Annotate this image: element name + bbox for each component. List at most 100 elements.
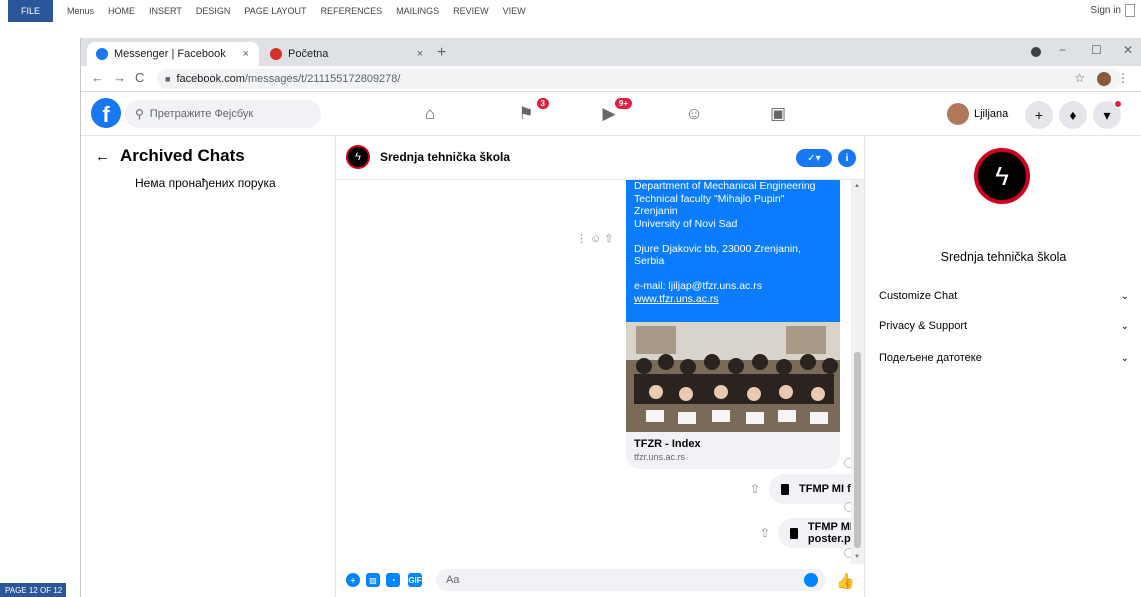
- facebook-logo-icon[interactable]: f: [91, 98, 121, 128]
- composer-image-icon[interactable]: ▨: [366, 573, 380, 587]
- url-path: /messages/t/211155172809278/: [244, 73, 401, 85]
- word-menu-menus[interactable]: Menus: [67, 6, 94, 16]
- word-account-icon: [1125, 4, 1135, 17]
- tab-pocetna[interactable]: Početna ×: [261, 42, 433, 66]
- nav-gaming-icon[interactable]: ▣: [765, 102, 791, 126]
- word-menu-review[interactable]: REVIEW: [453, 6, 489, 16]
- create-plus-button[interactable]: +: [1025, 101, 1053, 129]
- flag-badge: 3: [536, 98, 549, 109]
- maximize-button[interactable]: ☐: [1091, 43, 1102, 57]
- message-input[interactable]: Aa: [436, 569, 826, 591]
- url-input[interactable]: ■ facebook.com/messages/t/21115517280927…: [157, 69, 1122, 89]
- composer-gif-icon[interactable]: GIF: [408, 573, 422, 587]
- composer-sticker-icon[interactable]: ◔: [386, 573, 400, 587]
- message-bubble-signature[interactable]: Department of Mechanical Engineering Tec…: [626, 180, 840, 322]
- user-avatar: [947, 103, 969, 125]
- word-menu-page-layout[interactable]: PAGE LAYOUT: [244, 6, 306, 16]
- chevron-down-icon: ⌄: [1120, 352, 1129, 364]
- search-icon: ⚲: [135, 107, 144, 121]
- facebook-top-nav: f ⚲ Претражите Фејсбук ⌂ ⚑ 3 ▶ 9+ ☺ ▣ Ljil…: [81, 92, 1141, 136]
- chat-status-dropdown[interactable]: ✓▾: [796, 149, 832, 167]
- like-thumb-icon[interactable]: 👍: [836, 572, 855, 590]
- word-status-page[interactable]: PAGE 12 OF 12: [0, 583, 66, 597]
- browser-menu-icon[interactable]: ⋮: [1117, 71, 1129, 85]
- signature-line: Zrenjanin: [634, 205, 678, 217]
- emoji-icon[interactable]: [804, 573, 818, 587]
- archived-chats-title: Archived Chats: [120, 146, 245, 165]
- word-ribbon: FILE Menus HOME INSERT DESIGN PAGE LAYOU…: [0, 0, 1141, 22]
- signature-line: Djure Djakovic bb, 23000 Zrenjanin,: [634, 242, 801, 255]
- bookmark-star-icon[interactable]: ☆: [1074, 71, 1085, 85]
- composer-plus-icon[interactable]: +: [346, 573, 360, 587]
- share-icon[interactable]: ⇧: [750, 482, 760, 496]
- user-name: Ljiljana: [974, 108, 1009, 120]
- nav-pages-flag-icon[interactable]: ⚑ 3: [513, 98, 549, 126]
- share-icon[interactable]: ⇧: [760, 526, 770, 540]
- message-scrollbar[interactable]: ▲ ▼: [851, 180, 864, 564]
- chevron-down-icon: ⌄: [1120, 290, 1129, 302]
- scroll-up-arrow-icon[interactable]: ▲: [854, 183, 860, 189]
- document-icon: [781, 483, 789, 495]
- tab-close-icon[interactable]: ×: [417, 48, 423, 60]
- video-badge: 9+: [614, 98, 632, 109]
- new-tab-button[interactable]: +: [437, 44, 446, 62]
- nav-groups-icon[interactable]: ☺: [681, 102, 707, 126]
- browser-window: Messenger | Facebook × Početna × + − ☐ ✕…: [80, 38, 1141, 597]
- tab-close-icon[interactable]: ×: [243, 48, 249, 60]
- chat-info-icon[interactable]: i: [838, 149, 856, 167]
- privacy-support-row[interactable]: Privacy & Support ⌄: [879, 320, 1129, 332]
- chat-avatar[interactable]: ϟ: [346, 145, 370, 169]
- forward-arrow-icon[interactable]: →: [113, 70, 126, 85]
- pocetna-favicon-icon: [270, 48, 282, 60]
- reload-icon[interactable]: C: [135, 70, 144, 85]
- user-profile-chip[interactable]: Ljiljana: [947, 101, 1008, 127]
- tab-messenger[interactable]: Messenger | Facebook ×: [87, 42, 259, 66]
- signature-line: University of Novi Sad: [634, 217, 738, 230]
- signature-link[interactable]: www.tfzr.uns.ac.rs: [634, 293, 832, 306]
- link-preview-image[interactable]: [626, 322, 840, 432]
- scrollbar-thumb[interactable]: [854, 352, 861, 548]
- nav-home-icon[interactable]: ⌂: [417, 102, 443, 126]
- conversation-panel: ϟ Srednja tehnička škola ✓▾ i ⋮☺⇧ Depart…: [336, 136, 864, 597]
- nav-watch-video-icon[interactable]: ▶ 9+: [596, 98, 632, 126]
- media-record-icon[interactable]: [1031, 47, 1041, 57]
- browser-profile-avatar[interactable]: [1097, 72, 1111, 86]
- scroll-down-arrow-icon[interactable]: ▼: [854, 554, 860, 560]
- shared-files-row[interactable]: Подељене датотеке ⌄: [879, 352, 1129, 364]
- word-menu-view[interactable]: VIEW: [503, 6, 526, 16]
- word-menu-design[interactable]: DESIGN: [196, 6, 231, 16]
- chat-profile-name: Srednja tehnička škola: [940, 250, 1067, 264]
- preview-title: TFZR - Index: [634, 438, 701, 450]
- account-menu-chevron-icon[interactable]: ▾: [1093, 100, 1122, 129]
- word-signin[interactable]: Sign in: [1090, 4, 1135, 17]
- word-menu-mailings[interactable]: MAILINGS: [396, 6, 439, 16]
- link-preview-caption[interactable]: TFZR - Index tfzr.uns.ac.rs: [626, 432, 840, 469]
- word-menu-insert[interactable]: INSERT: [149, 6, 182, 16]
- document-icon: [790, 527, 798, 539]
- customize-chat-row[interactable]: Customize Chat ⌄: [879, 290, 1129, 302]
- file-attachment-flajer[interactable]: TFMP MI flajer (1).pdf: [769, 474, 864, 504]
- word-menu-home[interactable]: HOME: [108, 6, 135, 16]
- minimize-button[interactable]: −: [1059, 43, 1066, 57]
- notifications-bell-icon[interactable]: ♦: [1059, 101, 1087, 129]
- message-hover-tools[interactable]: ⋮☺⇧: [576, 232, 616, 245]
- row-label: Customize Chat: [879, 290, 958, 302]
- signature-line: Technical faculty "Mihajlo Pupin": [634, 192, 785, 205]
- close-window-button[interactable]: ✕: [1123, 43, 1133, 57]
- chevron-down-icon: ⌄: [1120, 320, 1129, 332]
- signature-line: Serbia: [634, 255, 665, 267]
- word-menu-references[interactable]: REFERENCES: [321, 6, 383, 16]
- word-file-tab[interactable]: FILE: [8, 0, 53, 22]
- chat-profile-avatar[interactable]: ϟ: [974, 148, 1030, 204]
- facebook-search-input[interactable]: ⚲ Претражите Фејсбук: [125, 100, 321, 128]
- signature-line: e-mail: ljiljap@tfzr.uns.ac.rs: [634, 280, 762, 292]
- signature-line: Department of Mechanical Engineering: [634, 180, 816, 192]
- chat-name[interactable]: Srednja tehnička škola: [380, 150, 510, 164]
- search-placeholder: Претражите Фејсбук: [149, 108, 254, 120]
- message-input-placeholder: Aa: [446, 574, 460, 586]
- no-messages-text: Нема пронађених порука: [135, 176, 276, 190]
- account-alert-dot: [1114, 100, 1122, 108]
- back-arrow-icon[interactable]: ←: [91, 70, 104, 85]
- back-arrow-icon[interactable]: ←: [95, 148, 110, 165]
- message-list[interactable]: ⋮☺⇧ Department of Mechanical Engineering…: [336, 180, 864, 564]
